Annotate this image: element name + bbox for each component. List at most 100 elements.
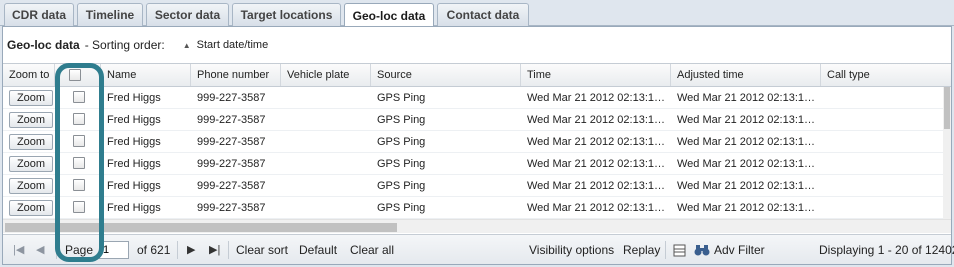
table-row[interactable]: Zoom Fred Higgs 999-227-3587 GPS Ping Wed Ma… [3,109,943,131]
geo-loc-panel: Geo-loc data - Sorting order: ▲ Start da… [2,26,954,265]
tab-strip: CDR data Timeline Sector data Target loc… [0,0,954,27]
cell-name: Fred Higgs [107,136,161,148]
default-button[interactable]: Default [299,235,337,265]
page-number-input[interactable] [99,241,129,259]
cell-name: Fred Higgs [107,114,161,126]
row-checkbox[interactable] [73,113,85,125]
cell-call-type [821,175,943,197]
toolbar-separator [228,241,229,259]
cell-call-type [821,87,943,109]
col-adjusted-time[interactable]: Adjusted time [671,64,821,86]
cell-adjusted-time: Wed Mar 21 2012 02:13:1… [677,180,815,192]
first-page-icon[interactable]: |◀ [13,235,24,265]
cell-call-type [821,197,943,219]
zoom-button[interactable]: Zoom [9,200,53,216]
table-row[interactable]: Zoom Fred Higgs 999-227-3587 GPS Ping Wed Ma… [3,87,943,109]
zoom-button[interactable]: Zoom [9,134,53,150]
col-name[interactable]: Name [101,64,191,86]
tab-target-locations[interactable]: Target locations [232,3,341,26]
table-row[interactable]: Zoom Fred Higgs 999-227-3587 GPS Ping Wed Ma… [3,153,943,175]
zoom-button[interactable]: Zoom [9,178,53,194]
cell-source: GPS Ping [377,92,426,104]
displaying-status: Displaying 1 - 20 of 12402 [819,243,954,257]
tab-cdr-data[interactable]: CDR data [4,3,74,26]
paging-toolbar: |◀ ◀ Page of 621 ▶ ▶| Clear sort Default… [3,234,954,265]
cell-vehicle-plate [281,197,371,219]
cell-time: Wed Mar 21 2012 02:13:1… [527,136,665,148]
cell-phone-number: 999-227-3587 [197,180,266,192]
row-checkbox[interactable] [73,201,85,213]
tab-contact-data[interactable]: Contact data [437,3,529,26]
cell-vehicle-plate [281,175,371,197]
page-count: of 621 [137,243,171,257]
cell-adjusted-time: Wed Mar 21 2012 02:13:1… [677,136,815,148]
cell-name: Fred Higgs [107,158,161,170]
zoom-button[interactable]: Zoom [9,90,53,106]
table-row[interactable]: Zoom Fred Higgs 999-227-3587 GPS Ping Wed Ma… [3,197,943,219]
page-label: Page [65,243,94,257]
cell-adjusted-time: Wed Mar 21 2012 02:13:1… [677,92,815,104]
clear-all-button[interactable]: Clear all [350,235,394,265]
zoom-button[interactable]: Zoom [9,156,53,172]
row-checkbox[interactable] [73,91,85,103]
cell-time: Wed Mar 21 2012 02:13:1… [527,92,665,104]
cell-call-type [821,153,943,175]
cell-adjusted-time: Wed Mar 21 2012 02:13:1… [677,202,815,214]
last-page-icon[interactable]: ▶| [209,235,220,265]
col-source[interactable]: Source [371,64,521,86]
row-checkbox[interactable] [73,179,85,191]
toolbar-separator [56,241,57,259]
next-page-icon[interactable]: ▶ [187,235,195,265]
row-checkbox[interactable] [73,135,85,147]
zoom-button[interactable]: Zoom [9,112,53,128]
col-zoom-to[interactable]: Zoom to [3,64,55,86]
cell-source: GPS Ping [377,114,426,126]
cell-phone-number: 999-227-3587 [197,202,266,214]
cell-time: Wed Mar 21 2012 02:13:1… [527,202,665,214]
export-icon[interactable] [673,235,686,265]
vertical-scroll-thumb[interactable] [944,87,950,129]
toolbar-separator [177,241,178,259]
cell-vehicle-plate [281,109,371,131]
panel-title: Geo-loc data [7,38,80,52]
horizontal-scroll-thumb[interactable] [5,223,397,232]
cell-source: GPS Ping [377,136,426,148]
cell-call-type [821,131,943,153]
tab-sector-data[interactable]: Sector data [146,3,229,26]
sorting-order-label: - Sorting order: [84,38,165,52]
cell-vehicle-plate [281,131,371,153]
cell-name: Fred Higgs [107,92,161,104]
cell-time: Wed Mar 21 2012 02:13:1… [527,158,665,170]
cell-vehicle-plate [281,87,371,109]
adv-filter-button[interactable]: Adv Filter [714,235,765,265]
col-phone-number[interactable]: Phone number [191,64,281,86]
col-time[interactable]: Time [521,64,671,86]
visibility-options-button[interactable]: Visibility options [529,235,614,265]
binoculars-icon[interactable] [694,235,710,265]
panel-header: Geo-loc data - Sorting order: ▲ Start da… [3,27,951,63]
replay-button[interactable]: Replay [623,235,660,265]
vertical-scrollbar[interactable] [943,87,951,219]
cell-adjusted-time: Wed Mar 21 2012 02:13:1… [677,114,815,126]
clear-sort-button[interactable]: Clear sort [236,235,288,265]
cell-phone-number: 999-227-3587 [197,92,266,104]
grid-header: Zoom to Name Phone number Vehicle plate … [3,63,951,87]
sort-field[interactable]: Start date/time [197,39,269,51]
table-row[interactable]: Zoom Fred Higgs 999-227-3587 GPS Ping Wed Ma… [3,175,943,197]
select-all-checkbox[interactable] [69,69,81,81]
horizontal-scrollbar[interactable] [3,219,951,233]
sort-ascending-icon[interactable]: ▲ [183,41,191,50]
row-checkbox[interactable] [73,157,85,169]
prev-page-icon[interactable]: ◀ [36,235,44,265]
table-row[interactable]: Zoom Fred Higgs 999-227-3587 GPS Ping Wed Ma… [3,131,943,153]
cell-vehicle-plate [281,153,371,175]
tab-timeline[interactable]: Timeline [77,3,143,26]
col-call-type[interactable]: Call type [821,64,951,86]
toolbar-separator [665,241,666,259]
cell-call-type [821,109,943,131]
col-vehicle-plate[interactable]: Vehicle plate [281,64,371,86]
grid-body: Zoom Fred Higgs 999-227-3587 GPS Ping Wed Ma… [3,87,943,219]
col-select-all[interactable] [55,64,101,86]
tab-geo-loc-data[interactable]: Geo-loc data [344,3,434,27]
cell-phone-number: 999-227-3587 [197,158,266,170]
